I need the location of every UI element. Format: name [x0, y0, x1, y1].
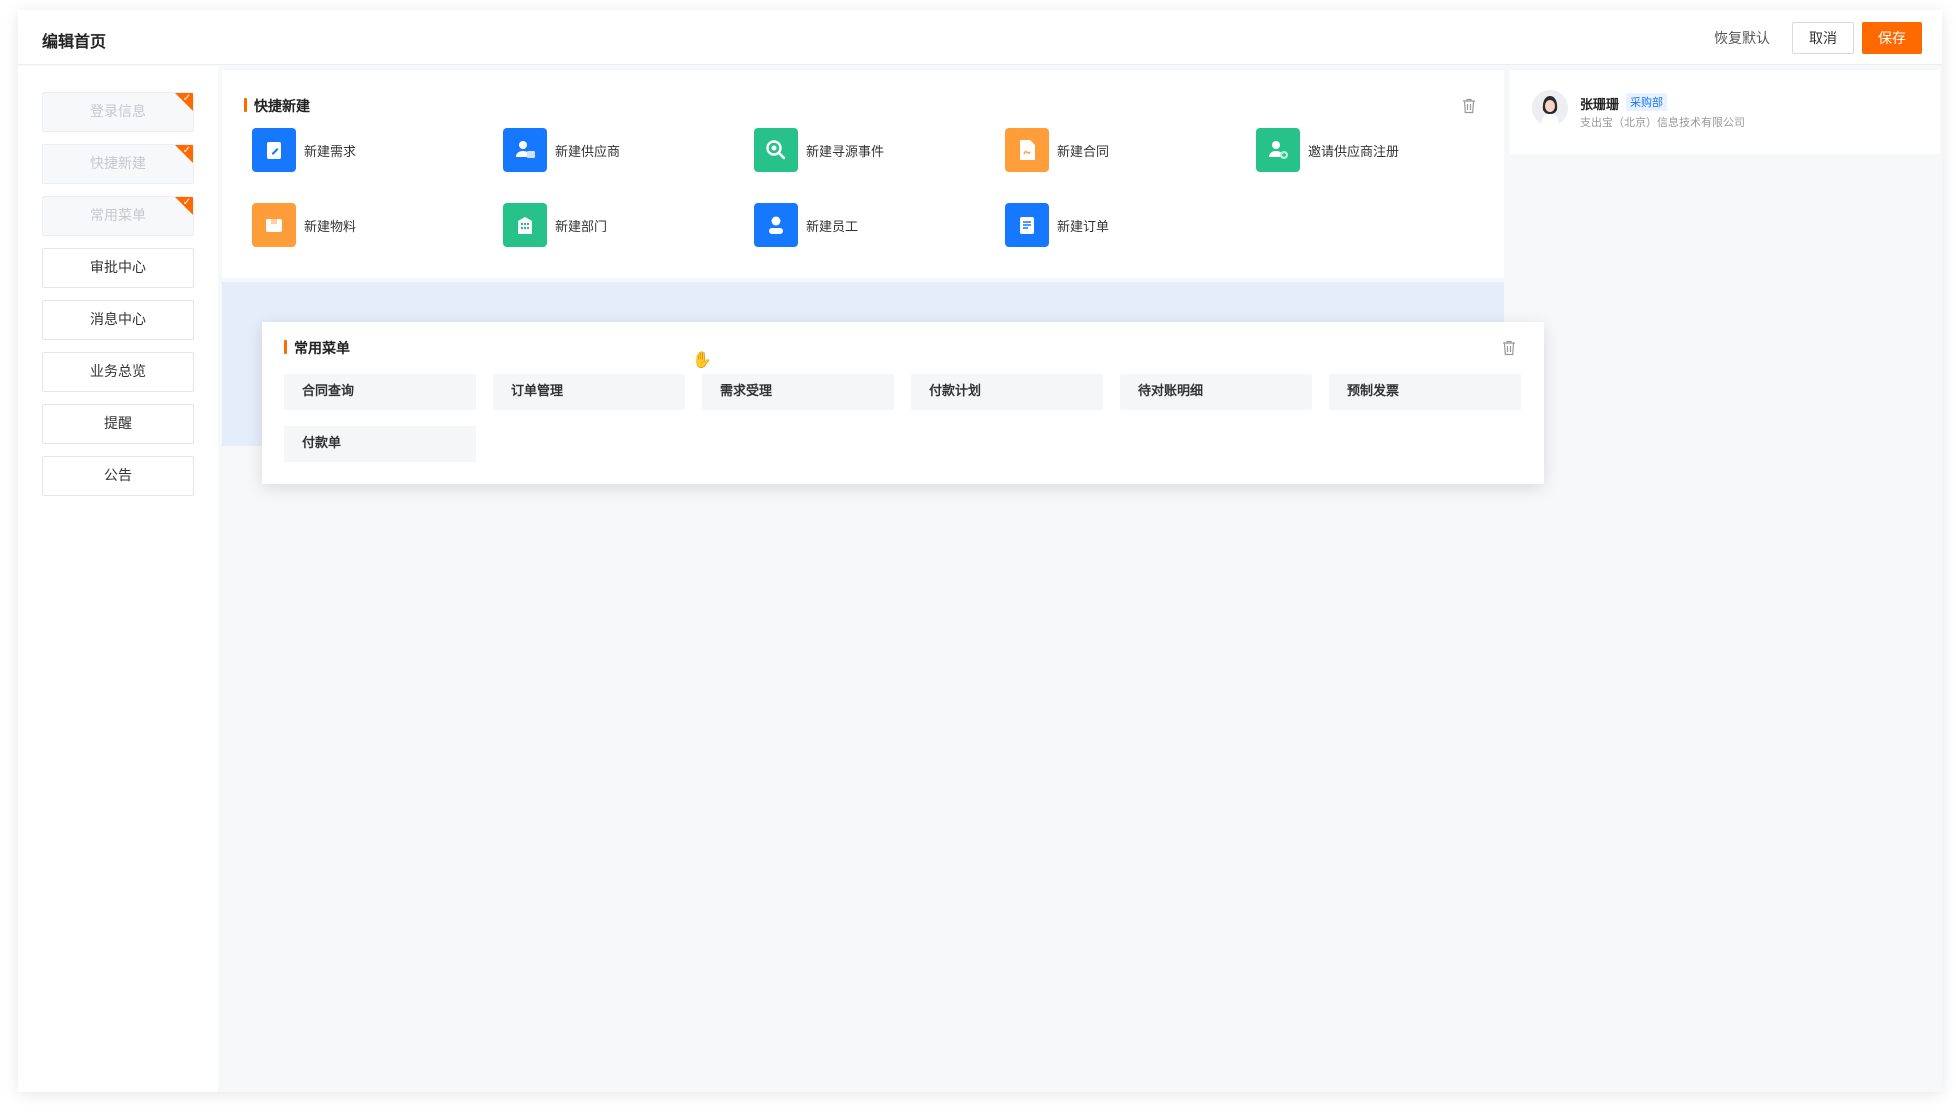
quick-item-invite-supplier[interactable]: 邀请供应商注册: [1256, 128, 1399, 172]
quick-item-new-department[interactable]: 新建部门: [503, 203, 607, 247]
sidebar-item-login-info[interactable]: 登录信息 ✓: [42, 92, 194, 132]
sidebar-item-label: 提醒: [104, 416, 132, 432]
menu-item-prefab-invoice[interactable]: 预制发票: [1329, 374, 1521, 410]
module-sidebar: 登录信息 ✓ 快捷新建 ✓ 常用菜单 ✓ 审批中心 消息中心 业务总览 提醒 公…: [18, 66, 218, 1092]
quick-item-label: 新建供应商: [555, 144, 621, 160]
sidebar-item-message-center[interactable]: 消息中心: [42, 300, 194, 340]
sidebar-item-reminder[interactable]: 提醒: [42, 404, 194, 444]
quick-item-label: 新建需求: [304, 144, 357, 160]
user-icon: [754, 203, 798, 247]
profile-card: 张珊珊 采购部 支出宝（北京）信息技术有限公司: [1510, 70, 1940, 154]
building-icon: [503, 203, 547, 247]
check-icon: ✓: [182, 197, 191, 208]
check-icon: ✓: [182, 93, 191, 104]
menu-item-payment-order[interactable]: 付款单: [284, 426, 476, 462]
quick-item-label: 新建部门: [555, 219, 608, 235]
grab-cursor-icon: ✋: [692, 350, 712, 369]
editor-window: 编辑首页 恢复默认 取消 保存 登录信息 ✓ 快捷新建 ✓ 常用菜单 ✓ 审批中…: [18, 10, 1942, 1092]
save-button[interactable]: 保存: [1862, 22, 1922, 54]
edit-doc-icon: [252, 128, 296, 172]
sidebar-item-business-overview[interactable]: 业务总览: [42, 352, 194, 392]
menu-item-payment-plan[interactable]: 付款计划: [911, 374, 1103, 410]
quick-item-label: 新建订单: [1057, 219, 1110, 235]
trash-icon[interactable]: [1502, 340, 1516, 356]
quick-create-title: 快捷新建: [244, 96, 310, 116]
sidebar-item-label: 业务总览: [90, 364, 146, 380]
contract-icon: [1005, 128, 1049, 172]
restore-default-button[interactable]: 恢复默认: [1714, 28, 1770, 48]
sidebar-item-label: 快捷新建: [90, 156, 146, 172]
sidebar-item-common-menu[interactable]: 常用菜单 ✓: [42, 196, 194, 236]
sidebar-item-label: 公告: [104, 468, 132, 484]
quick-item-new-material[interactable]: 新建物料: [252, 203, 356, 247]
invite-user-icon: [1256, 128, 1300, 172]
sidebar-item-announcement[interactable]: 公告: [42, 456, 194, 496]
quick-item-new-contract[interactable]: 新建合同: [1005, 128, 1109, 172]
sidebar-item-quick-create[interactable]: 快捷新建 ✓: [42, 144, 194, 184]
common-menu-title: 常用菜单: [284, 338, 350, 358]
sidebar-item-label: 常用菜单: [90, 208, 146, 224]
quick-item-new-sourcing-event[interactable]: 新建寻源事件: [754, 128, 884, 172]
sidebar-item-label: 审批中心: [90, 260, 146, 276]
avatar: [1532, 90, 1568, 126]
company-name: 支出宝（北京）信息技术有限公司: [1580, 116, 1745, 129]
quick-create-card: 快捷新建 新建需求 新建供应商 新建寻源事件 新建合同 邀请供应商注册 新建物料…: [222, 70, 1504, 278]
common-menu-card[interactable]: 常用菜单 合同查询 订单管理 需求受理 付款计划 待对账明细 预制发票 付款单: [262, 322, 1544, 484]
quick-item-new-order[interactable]: 新建订单: [1005, 203, 1109, 247]
quick-item-new-requirement[interactable]: 新建需求: [252, 128, 356, 172]
quick-item-label: 新建物料: [304, 219, 357, 235]
trash-icon[interactable]: [1462, 98, 1476, 114]
sidebar-item-label: 消息中心: [90, 312, 146, 328]
sidebar-item-approval-center[interactable]: 审批中心: [42, 248, 194, 288]
order-icon: [1005, 203, 1049, 247]
menu-item-pending-reconciliation[interactable]: 待对账明细: [1120, 374, 1312, 410]
cancel-button[interactable]: 取消: [1792, 22, 1854, 54]
menu-item-requirement-acceptance[interactable]: 需求受理: [702, 374, 894, 410]
department-badge: 采购部: [1626, 93, 1667, 111]
box-icon: [252, 203, 296, 247]
quick-item-new-employee[interactable]: 新建员工: [754, 203, 858, 247]
header-actions: 恢复默认 取消 保存: [1714, 22, 1922, 54]
quick-item-new-supplier[interactable]: 新建供应商: [503, 128, 620, 172]
quick-item-label: 新建合同: [1057, 144, 1110, 160]
search-icon: [754, 128, 798, 172]
supplier-icon: [503, 128, 547, 172]
quick-item-label: 邀请供应商注册: [1308, 144, 1400, 160]
menu-item-contract-query[interactable]: 合同查询: [284, 374, 476, 410]
page-title: 编辑首页: [42, 32, 107, 51]
header-bar: 编辑首页 恢复默认 取消 保存: [18, 10, 1942, 65]
menu-item-order-management[interactable]: 订单管理: [493, 374, 685, 410]
sidebar-item-label: 登录信息: [90, 104, 146, 120]
profile-name: 张珊珊: [1580, 98, 1620, 113]
quick-item-label: 新建寻源事件: [806, 144, 885, 160]
check-icon: ✓: [182, 145, 191, 156]
quick-item-label: 新建员工: [806, 219, 859, 235]
